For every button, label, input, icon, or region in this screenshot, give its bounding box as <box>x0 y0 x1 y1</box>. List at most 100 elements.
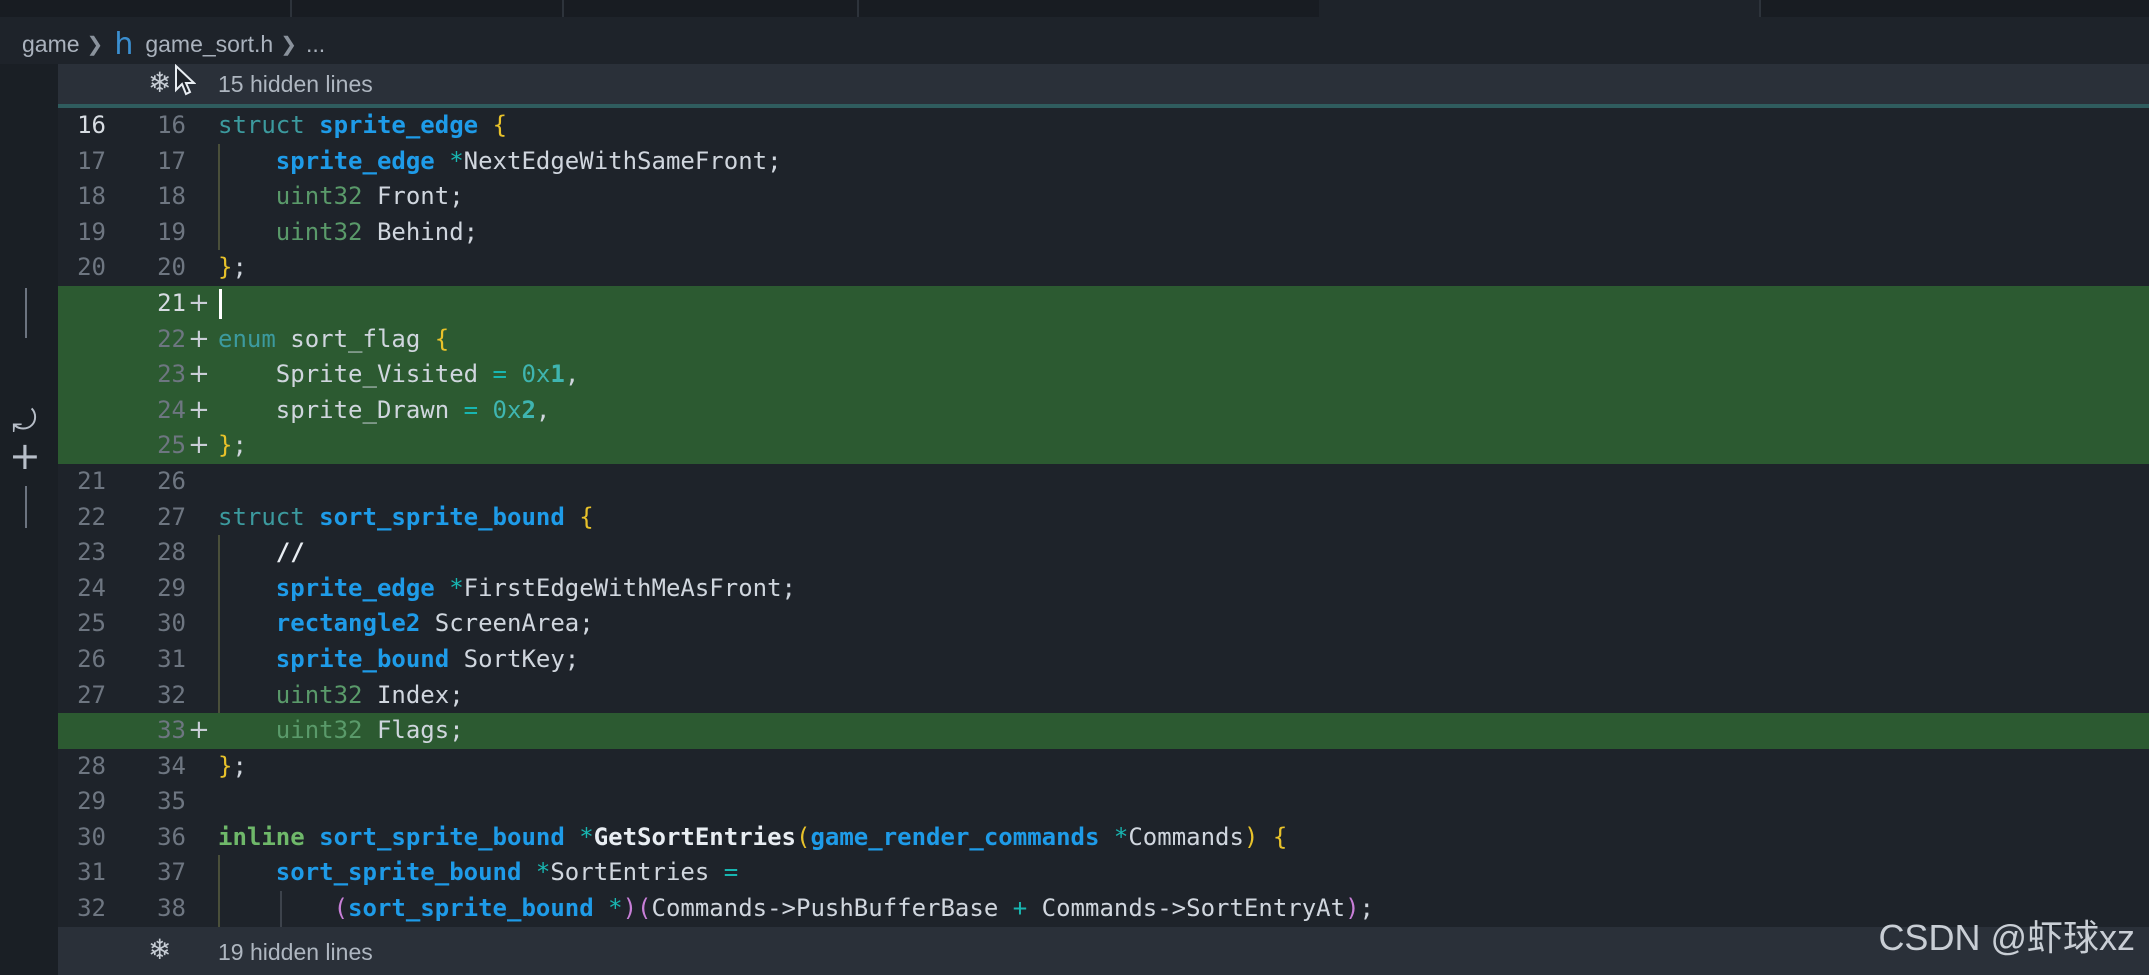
text-cursor <box>219 288 222 319</box>
old-line-number: 16 <box>77 111 106 139</box>
code-text: uint32 Index; <box>275 680 464 709</box>
code-line: 32 38 (sort_sprite_bound *)(Commands->Pu… <box>58 891 2149 927</box>
code-line: 17 17 sprite_edge *NextEdgeWithSameFront… <box>58 143 2149 180</box>
plus-icon: + <box>188 287 210 318</box>
unfold-icon[interactable]: ❄ <box>148 933 171 966</box>
plus-icon: + <box>188 394 210 425</box>
added-line: 22 + enum sort_flag { <box>58 321 2149 358</box>
new-line-number: 22 <box>157 324 186 353</box>
code-text: // <box>275 538 305 567</box>
code-text: struct sort_sprite_bound { <box>218 502 594 531</box>
old-line-number: 27 <box>77 680 106 709</box>
code-text: enum sort_flag { <box>218 324 450 353</box>
new-line-number: 32 <box>157 680 186 709</box>
unfold-icon[interactable]: ❄ <box>148 66 171 99</box>
breadcrumb-folder[interactable]: game <box>22 31 80 58</box>
plus-icon: + <box>188 715 210 746</box>
tab-bar <box>0 0 2149 17</box>
code-text: uint32 Behind; <box>275 217 479 246</box>
code-line: 19 19 uint32 Behind; <box>58 214 2149 251</box>
new-line-number: 26 <box>157 466 186 495</box>
breadcrumb-file[interactable]: game_sort.h <box>145 31 273 58</box>
tab-1[interactable] <box>0 0 292 17</box>
code-line: 18 18 uint32 Front; <box>58 179 2149 215</box>
added-line: 33 + uint32 Flags; <box>58 713 2149 749</box>
old-line-number: 19 <box>77 217 106 246</box>
diff-gutter: ⤾ + <box>0 64 58 975</box>
old-line-number: 21 <box>77 466 106 495</box>
hidden-lines-bottom[interactable]: ❄ 19 hidden lines <box>58 927 2149 975</box>
code-text: struct sprite_edge { <box>218 111 508 139</box>
new-line-number: 35 <box>157 787 186 816</box>
new-line-number: 24 <box>157 395 186 424</box>
old-line-number: 32 <box>77 894 106 923</box>
new-line-number: 27 <box>157 502 186 531</box>
code-line: 27 32 uint32 Index; <box>58 677 2149 714</box>
code-text: }; <box>218 431 247 460</box>
tab-4[interactable] <box>857 0 1321 17</box>
code-text: Sprite_Visited = 0x1, <box>275 360 580 389</box>
new-line-number: 20 <box>157 253 186 282</box>
code-text: uint32 Front; <box>275 182 464 211</box>
new-line-number: 34 <box>157 751 186 780</box>
hidden-lines-label: 15 hidden lines <box>218 71 373 97</box>
new-line-number: 38 <box>157 894 186 923</box>
old-line-number: 29 <box>77 787 106 816</box>
code-line: 16 16 struct sprite_edge { <box>58 108 2149 144</box>
code-line: 26 31 sprite_bound SortKey; <box>58 641 2149 678</box>
tab-5-active[interactable] <box>1319 0 1761 17</box>
code-line: 28 34 }; <box>58 749 2149 785</box>
new-line-number: 29 <box>157 573 186 602</box>
plus-icon: + <box>188 430 210 461</box>
tab-2[interactable] <box>290 0 564 17</box>
code-lines: 16 16 struct sprite_edge { 17 17 sprite_… <box>58 108 2149 927</box>
old-line-number: 31 <box>77 858 106 887</box>
new-line-number: 33 <box>157 716 186 745</box>
old-line-number: 18 <box>77 182 106 211</box>
new-line-number: 23 <box>157 360 186 389</box>
old-line-number: 20 <box>77 253 106 282</box>
code-line: 30 36 inline sort_sprite_bound *GetSortE… <box>58 820 2149 856</box>
code-text: sprite_edge *FirstEdgeWithMeAsFront; <box>275 573 796 602</box>
hidden-lines-top[interactable]: ❄ 15 hidden lines <box>58 64 2149 108</box>
code-line: 23 28 // <box>58 535 2149 571</box>
header-file-icon: h <box>114 26 134 62</box>
new-line-number: 25 <box>157 431 186 460</box>
old-line-number: 28 <box>77 751 106 780</box>
code-line: 31 37 sort_sprite_bound *SortEntries = <box>58 855 2149 892</box>
tab-6[interactable] <box>1759 0 2149 17</box>
code-editor[interactable]: ❄ 15 hidden lines 16 16 struct sprite_ed… <box>58 64 2149 975</box>
new-line-number: 36 <box>157 822 186 851</box>
code-text: inline sort_sprite_bound *GetSortEntries… <box>218 822 1288 851</box>
old-line-number: 22 <box>77 502 106 531</box>
change-indicator-line <box>25 288 27 338</box>
code-text: sprite_bound SortKey; <box>275 644 580 673</box>
plus-icon: + <box>188 359 210 390</box>
tab-3[interactable] <box>562 0 859 17</box>
old-line-number: 25 <box>77 609 106 638</box>
mouse-pointer-icon <box>175 64 196 96</box>
stage-change-icon[interactable]: + <box>9 436 41 476</box>
chevron-right-icon: ❯ <box>280 33 297 56</box>
added-line: 25 + }; <box>58 428 2149 464</box>
old-line-number: 23 <box>77 538 106 567</box>
code-text: uint32 Flags; <box>275 716 464 745</box>
added-line: 24 + sprite_Drawn = 0x2, <box>58 392 2149 429</box>
added-line: 21 + <box>58 285 2149 322</box>
breadcrumb-symbol[interactable]: ... <box>306 31 325 58</box>
code-line: 21 26 <box>58 464 2149 500</box>
code-text: sprite_edge *NextEdgeWithSameFront; <box>275 146 782 175</box>
code-text: rectangle2 ScreenArea; <box>275 609 594 638</box>
new-line-number: 30 <box>157 609 186 638</box>
new-line-number: 31 <box>157 644 186 673</box>
code-text: sprite_Drawn = 0x2, <box>275 395 551 424</box>
new-line-number: 37 <box>157 858 186 887</box>
old-line-number: 30 <box>77 822 106 851</box>
hidden-lines-label: 19 hidden lines <box>218 939 373 965</box>
code-text: }; <box>218 751 247 780</box>
diff-editor-window: game ❯ h game_sort.h ❯ ... ⤾ + ❄ 15 hidd… <box>0 0 2149 975</box>
code-line: 29 35 <box>58 784 2149 820</box>
code-line: 25 30 rectangle2 ScreenArea; <box>58 606 2149 642</box>
watermark: CSDN @虾球xz <box>1878 917 2135 958</box>
added-line: 23 + Sprite_Visited = 0x1, <box>58 357 2149 393</box>
